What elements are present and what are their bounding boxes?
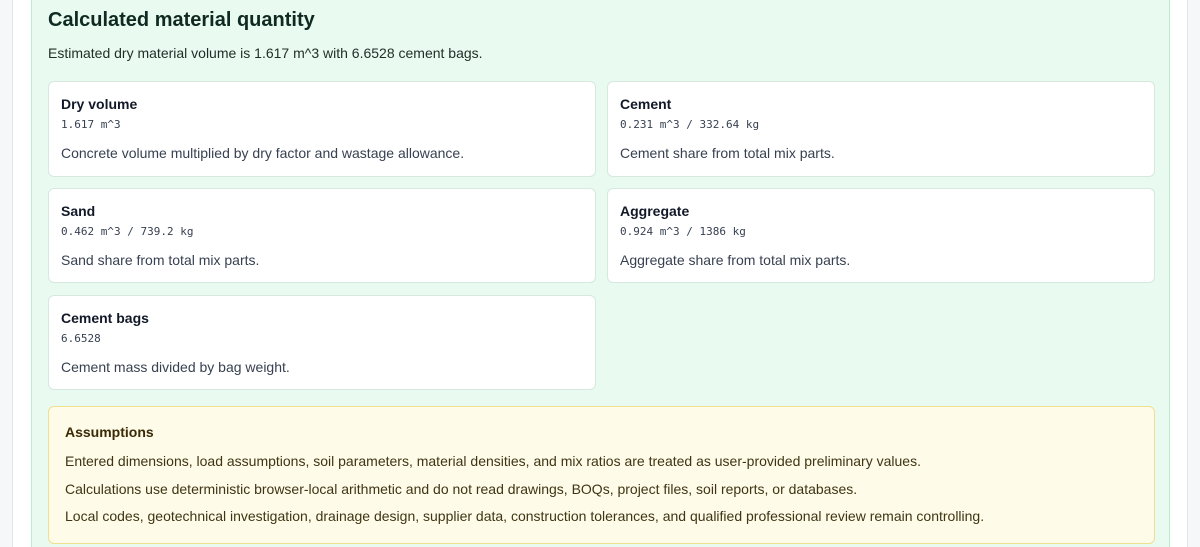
card-description: Aggregate share from total mix parts. bbox=[620, 252, 851, 268]
card-value: 0.462 m^3 / 739.2 kg bbox=[61, 225, 194, 238]
assumption-line: Calculations use deterministic browser-l… bbox=[65, 481, 858, 497]
section-title: Calculated material quantity bbox=[48, 9, 315, 31]
card-title: Dry volume bbox=[61, 96, 138, 112]
card-description: Sand share from total mix parts. bbox=[61, 252, 260, 268]
card-title: Cement bags bbox=[61, 310, 149, 326]
card-title: Aggregate bbox=[620, 203, 690, 219]
card-value: 0.231 m^3 / 332.64 kg bbox=[620, 118, 760, 131]
card-title: Sand bbox=[61, 203, 96, 219]
card-description: Concrete volume multiplied by dry factor… bbox=[61, 145, 465, 161]
card-value: 1.617 m^3 bbox=[61, 118, 121, 131]
result-card-dry-volume: Dry volume 1.617 m^3 Concrete volume mul… bbox=[48, 81, 596, 177]
card-description: Cement mass divided by bag weight. bbox=[61, 359, 290, 375]
assumption-line: Entered dimensions, load assumptions, so… bbox=[65, 453, 921, 469]
card-title: Cement bbox=[620, 96, 672, 112]
section-summary: Estimated dry material volume is 1.617 m… bbox=[48, 45, 483, 61]
card-description: Cement share from total mix parts. bbox=[620, 145, 835, 161]
result-card-cement-bags: Cement bags 6.6528 Cement mass divided b… bbox=[48, 295, 596, 390]
result-card-cement: Cement 0.231 m^3 / 332.64 kg Cement shar… bbox=[607, 81, 1155, 177]
result-card-aggregate: Aggregate 0.924 m^3 / 1386 kg Aggregate … bbox=[607, 188, 1155, 283]
card-value: 6.6528 bbox=[61, 332, 101, 345]
assumptions-title: Assumptions bbox=[65, 424, 154, 440]
assumptions-callout: Assumptions Entered dimensions, load ass… bbox=[48, 406, 1155, 544]
card-value: 0.924 m^3 / 1386 kg bbox=[620, 225, 746, 238]
assumption-line: Local codes, geotechnical investigation,… bbox=[65, 508, 985, 524]
result-card-sand: Sand 0.462 m^3 / 739.2 kg Sand share fro… bbox=[48, 188, 596, 283]
